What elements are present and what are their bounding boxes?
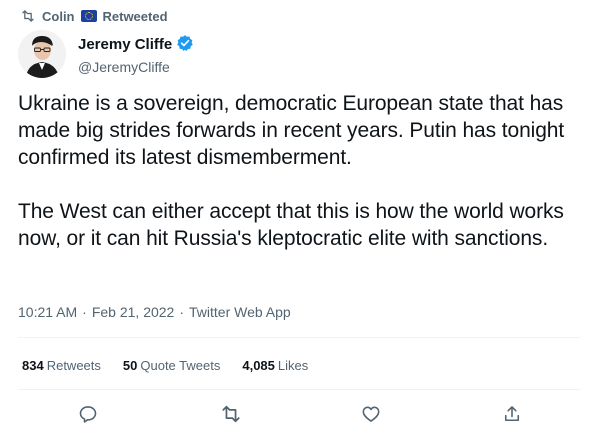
reply-icon: [78, 404, 98, 429]
retweets-stat[interactable]: 834 Retweets: [22, 358, 101, 373]
tweet-paragraph: The West can either accept that this is …: [18, 200, 564, 250]
quotes-stat[interactable]: 50 Quote Tweets: [123, 358, 220, 373]
retweets-label: Retweets: [46, 358, 101, 373]
reply-button[interactable]: [76, 404, 100, 428]
retweet-context: Colin Retweeted: [20, 7, 168, 25]
share-icon: [502, 404, 522, 429]
tweet-body: Ukraine is a sovereign, democratic Europ…: [18, 90, 588, 252]
meta-separator: ·: [82, 304, 87, 320]
tweet-header: Jeremy Cliffe @JeremyCliffe: [18, 30, 194, 78]
verified-badge-icon: [176, 34, 194, 56]
avatar[interactable]: [18, 30, 66, 78]
tweet-stats: 834 Retweets 50 Quote Tweets 4,085 Likes: [22, 358, 308, 373]
likes-count: 4,085: [242, 358, 275, 373]
like-icon: [361, 404, 381, 429]
retweet-icon: [220, 404, 242, 429]
tweet-date[interactable]: Feb 21, 2022: [92, 304, 175, 320]
quotes-label: Quote Tweets: [140, 358, 221, 373]
eu-flag-icon: [80, 10, 97, 22]
retweet-button[interactable]: [219, 404, 243, 428]
retweeted-label: Retweeted: [102, 8, 168, 24]
retweet-small-icon: [20, 9, 36, 23]
divider: [18, 389, 580, 390]
tweet-paragraph: Ukraine is a sovereign, democratic Europ…: [18, 92, 565, 169]
retweeter-name[interactable]: Colin: [42, 9, 75, 24]
meta-separator: ·: [179, 304, 185, 320]
tweet-meta: 10:21 AM · Feb 21, 2022 · Twitter Web Ap…: [18, 304, 291, 320]
divider: [18, 337, 580, 338]
action-bar: [0, 404, 598, 430]
quotes-count: 50: [122, 358, 138, 373]
like-button[interactable]: [359, 404, 383, 428]
share-button[interactable]: [500, 404, 524, 428]
author-handle[interactable]: @JeremyCliffe: [78, 59, 194, 75]
author-names: Jeremy Cliffe @JeremyCliffe: [78, 34, 194, 75]
likes-label: Likes: [277, 358, 309, 373]
author-display-name[interactable]: Jeremy Cliffe: [78, 36, 172, 53]
retweets-count: 834: [22, 358, 44, 373]
tweet-source[interactable]: Twitter Web App: [189, 304, 291, 320]
likes-stat[interactable]: 4,085 Likes: [242, 358, 308, 373]
tweet-time[interactable]: 10:21 AM: [18, 304, 77, 320]
